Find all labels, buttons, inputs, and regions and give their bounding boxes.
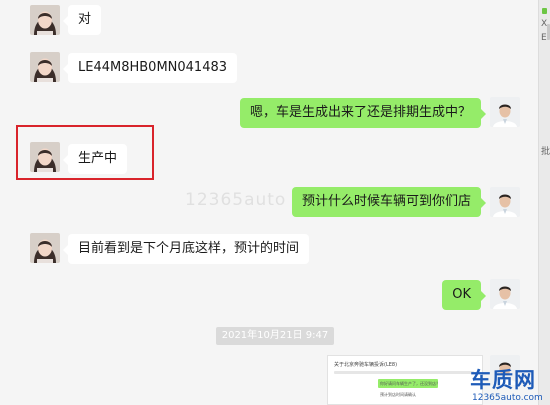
message-bubble[interactable]: 目前看到是下个月底这样，预计的时间: [62, 234, 310, 264]
male-avatar[interactable]: [490, 187, 520, 217]
message-bubble[interactable]: 嗯，车是生成出来了还是排期生成中？: [239, 98, 487, 128]
attachment-divider: [334, 371, 474, 374]
message-bubble[interactable]: OK: [442, 280, 486, 310]
attachment-line1: 你好请问车辆生产了，还没到店？: [380, 381, 440, 386]
brand-logo-mark: 车质网: [470, 368, 536, 392]
message-text: 预计什么时候车辆可到你们店: [301, 194, 471, 209]
female-avatar[interactable]: [30, 5, 60, 35]
message-bubble[interactable]: LE44M8HB0MN041483: [62, 53, 238, 83]
message-text: LE44M8HB0MN041483: [78, 60, 228, 75]
image-attachment[interactable]: 关于北京奔驰车辆投诉(LE8) 你好请问车辆生产了，还没到店？ 预计到店时间请确…: [327, 355, 483, 405]
message-text: 对: [78, 12, 92, 27]
message-text: 目前看到是下个月底这样，预计的时间: [78, 241, 300, 256]
strip-text: 批: [541, 147, 550, 157]
strip-text: E: [541, 33, 547, 43]
message-bubble[interactable]: 预计什么时候车辆可到你们店: [291, 187, 487, 217]
message-timestamp: 2021年10月21日 9:47: [216, 327, 334, 345]
male-avatar[interactable]: [490, 279, 520, 309]
message-text: OK: [452, 287, 471, 302]
male-avatar[interactable]: [490, 97, 520, 127]
attachment-line2: 预计到店时间请确认: [380, 392, 416, 397]
brand-logo-domain: 12365auto.com: [472, 393, 543, 403]
attachment-title: 关于北京奔驰车辆投诉(LE8): [334, 362, 398, 368]
chat-panel: 对 LE44M8HB0MN041483 嗯，车是生成出来了还是排期生成中？ 生产…: [0, 0, 538, 405]
adjacent-panel-edge: X E 批: [538, 0, 550, 405]
female-avatar[interactable]: [30, 233, 60, 263]
female-avatar[interactable]: [30, 52, 60, 82]
watermark: 12365auto: [185, 190, 287, 210]
message-text: 嗯，车是生成出来了还是排期生成中？: [249, 105, 471, 120]
highlight-annotation-box: [16, 125, 154, 180]
brand-logo: 车质网 12365auto.com: [470, 368, 550, 405]
strip-green-mark: [542, 8, 547, 14]
message-bubble[interactable]: 对: [62, 5, 102, 35]
